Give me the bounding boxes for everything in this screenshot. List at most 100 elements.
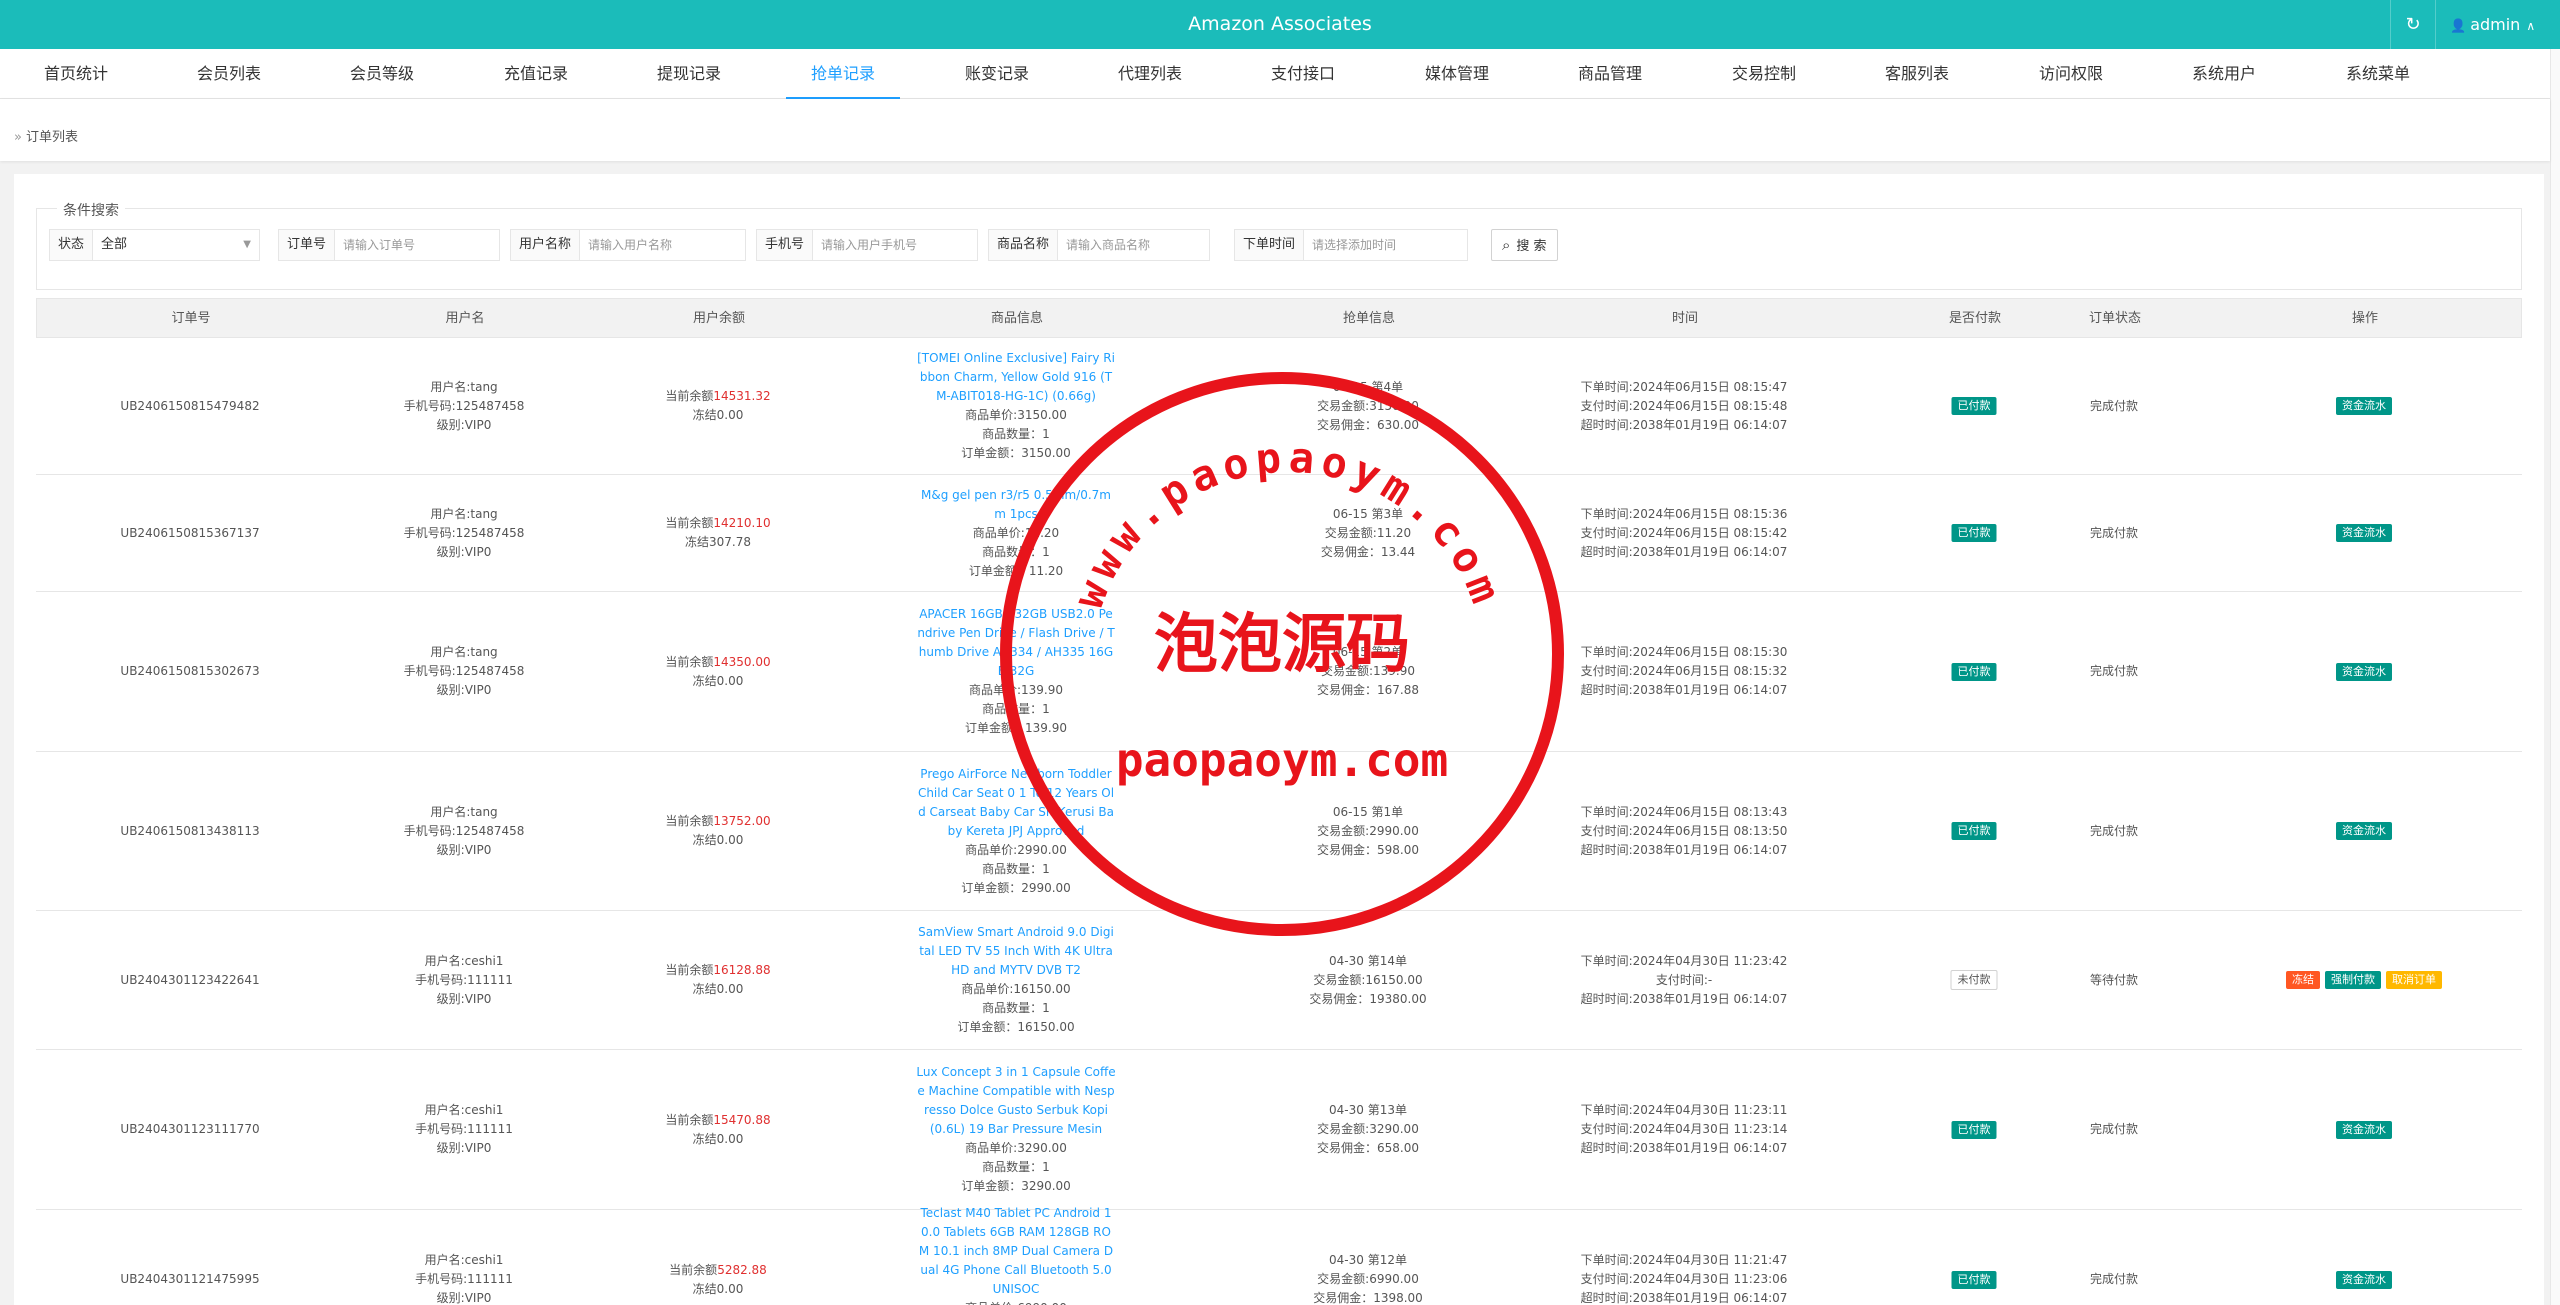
frozen-amount: 冻结0.00 [692, 1281, 744, 1296]
fund-flow-button[interactable]: 资金流水 [2336, 1120, 2392, 1139]
phone-input[interactable]: 请输入用户手机号 [813, 230, 977, 260]
time-line: 下单时间:2024年06月15日 08:15:36 [1580, 506, 1788, 521]
user-info-line: 用户名:ceshi1 [424, 953, 504, 968]
cancel-order-button[interactable]: 取消订单 [2386, 971, 2442, 989]
product-info-line: 订单金额：139.90 [965, 721, 1067, 735]
refresh-icon[interactable]: ↻ [2390, 0, 2436, 49]
status-filter[interactable]: 状态 全部 ▼ [49, 229, 260, 261]
balance-line: 当前余额16128.88 [665, 961, 770, 980]
order-no-cell: UB2406150815479482 [120, 338, 259, 474]
order-no-filter[interactable]: 订单号 请输入订单号 [278, 229, 500, 261]
time-line: 支付时间:2024年04月30日 11:23:14 [1580, 1122, 1788, 1136]
product-info-line: 订单金额：3150.00 [961, 446, 1071, 460]
fund-flow-button[interactable]: 资金流水 [2336, 524, 2392, 542]
app-title: Amazon Associates [1188, 13, 1372, 35]
order-no-cell: UB2404301121475995 [120, 1210, 259, 1305]
order-no-cell: UB2406150815302673 [120, 592, 259, 751]
tab-7[interactable]: 账变记录 [940, 49, 1054, 99]
payment-status-badge: 已付款 [1951, 822, 1997, 840]
breadcrumb-current[interactable]: 订单列表 [26, 130, 78, 145]
grab-info-line: 交易金额:139.90 [1320, 664, 1416, 678]
frozen-amount: 冻结0.00 [692, 833, 744, 847]
product-name-link[interactable]: APACER 16GB / 32GB USB2.0 Pendrive Pen D… [916, 605, 1116, 681]
tab-2[interactable]: 会员列表 [172, 49, 286, 99]
time-line: 超时时间:2038年01月19日 06:14:07 [1580, 991, 1788, 1006]
grab-info-line: 06-15 第3单 [1332, 506, 1404, 521]
tab-16[interactable]: 系统菜单 [2321, 49, 2435, 99]
order-time-input[interactable]: 请选择添加时间 [1304, 230, 1467, 260]
order-no: UB2404301121475995 [120, 1272, 260, 1286]
tab-11[interactable]: 商品管理 [1553, 49, 1667, 99]
user-icon: 👤 [2450, 19, 2467, 34]
product-name-link[interactable]: Lux Concept 3 in 1 Capsule Coffee Machin… [916, 1063, 1116, 1139]
fund-flow-button[interactable]: 资金流水 [2336, 662, 2392, 681]
scrollbar[interactable] [2550, 49, 2560, 1305]
order-no-input[interactable]: 请输入订单号 [335, 230, 499, 260]
order-no: UB2404301123422641 [120, 972, 260, 987]
phone-filter[interactable]: 手机号 请输入用户手机号 [756, 229, 978, 261]
tab-15[interactable]: 系统用户 [2167, 49, 2281, 99]
product-name-link[interactable]: M&g gel pen r3/r5 0.5mm/0.7mm 1pcs [916, 486, 1116, 524]
fund-flow-button[interactable]: 资金流水 [2336, 1270, 2392, 1289]
tab-8[interactable]: 代理列表 [1093, 49, 1207, 99]
freeze-button[interactable]: 冻结 [2286, 971, 2320, 989]
balance-line: 当前余额14350.00 [665, 653, 770, 672]
product-info-line: 商品数量：1 [982, 427, 1050, 441]
user-info-line: 手机号码:125487458 [403, 398, 525, 413]
main-nav: 首页统计 会员列表 会员等级 充值记录 提现记录 抢单记录 账变记录 代理列表 支付接口 媒体管理… [0, 49, 2560, 99]
user-info-line: 级别:VIP0 [436, 1141, 492, 1155]
tab-3[interactable]: 会员等级 [325, 49, 439, 99]
paid-cell: 已付款 [1951, 752, 1997, 910]
status-select[interactable]: 全部 ▼ [93, 230, 259, 260]
column-header: 用户余额 [692, 311, 746, 326]
paid-cell: 已付款 [1951, 475, 1997, 591]
tab-5[interactable]: 提现记录 [632, 49, 746, 99]
tab-6[interactable]: 抢单记录 [786, 49, 900, 99]
tab-13[interactable]: 客服列表 [1860, 49, 1974, 99]
tab-12[interactable]: 交易控制 [1707, 49, 1821, 99]
user-info-line: 用户名:tang [430, 645, 498, 659]
tab-14[interactable]: 访问权限 [2014, 49, 2128, 99]
username-filter[interactable]: 用户名称 请输入用户名称 [510, 229, 746, 261]
order-status-cell: 等待付款 [2090, 911, 2138, 1049]
product-name-link[interactable]: Teclast M40 Tablet PC Android 10.0 Table… [916, 1204, 1116, 1299]
order-status-cell: 完成付款 [2090, 1210, 2138, 1305]
balance-cell: 当前余额13752.00 冻结0.00 [665, 752, 770, 910]
grab-info-line: 交易佣金：167.88 [1317, 683, 1419, 697]
balance-value: 14531.32 [713, 389, 771, 403]
grab-info-cell: 04-30 第13单 交易金额:3290.00 交易佣金：658.00 [1317, 1050, 1419, 1209]
actions-cell: 资金流水 [2336, 752, 2392, 910]
product-name-link[interactable]: SamView Smart Android 9.0 Digital LED TV… [916, 923, 1116, 980]
tab-9[interactable]: 支付接口 [1246, 49, 1360, 99]
force-pay-button[interactable]: 强制付款 [2325, 971, 2381, 989]
search-button[interactable]: ⌕ 搜 索 [1491, 229, 1558, 261]
user-cell: 用户名:tang 手机号码:125487458 级别:VIP0 [404, 752, 525, 910]
user-info-line: 级别:VIP0 [436, 991, 492, 1006]
product-name-link[interactable]: [TOMEI Online Exclusive] Fairy Ribbon Ch… [916, 349, 1116, 406]
time-line: 超时时间:2038年01月19日 06:14:07 [1580, 544, 1788, 559]
balance-line: 当前余额14531.32 [665, 387, 770, 406]
tab-1[interactable]: 首页统计 [19, 49, 133, 99]
fund-flow-button[interactable]: 资金流水 [2336, 397, 2392, 415]
user-menu[interactable]: 👤 admin ∧ [2450, 0, 2535, 49]
balance-cell: 当前余额14350.00 冻结0.00 [665, 592, 770, 751]
grab-info-line: 交易金额:3290.00 [1317, 1122, 1419, 1136]
goods-name-input[interactable]: 请输入商品名称 [1058, 230, 1209, 260]
column-header: 时间 [1671, 311, 1699, 326]
fund-flow-button[interactable]: 资金流水 [2336, 822, 2392, 840]
grab-info-cell: 06-15 第1单 交易金额:2990.00 交易佣金：598.00 [1317, 752, 1419, 910]
tab-4[interactable]: 充值记录 [479, 49, 593, 99]
goods-name-filter[interactable]: 商品名称 请输入商品名称 [988, 229, 1210, 261]
user-cell: 用户名:tang 手机号码:125487458 级别:VIP0 [404, 592, 525, 751]
product-info-line: 商品单价:3290.00 [965, 1141, 1067, 1155]
tab-10[interactable]: 媒体管理 [1400, 49, 1514, 99]
grab-info-cell: 06-15 第2单 交易金额:139.90 交易佣金：167.88 [1317, 592, 1419, 751]
order-time-filter[interactable]: 下单时间 请选择添加时间 [1234, 229, 1468, 261]
payment-status-badge: 已付款 [1951, 1270, 1997, 1289]
grab-info-line: 04-30 第14单 [1329, 953, 1407, 968]
action-group: 冻结 强制付款 取消订单 [2286, 971, 2442, 989]
product-name-link[interactable]: Prego AirForce Newborn Toddler Child Car… [916, 765, 1116, 841]
table-row: UB2406150815302673 用户名:tang 手机号码:125487458… [36, 592, 2522, 752]
username-input[interactable]: 请输入用户名称 [580, 230, 745, 260]
user-info-line: 用户名:tang [430, 804, 498, 819]
